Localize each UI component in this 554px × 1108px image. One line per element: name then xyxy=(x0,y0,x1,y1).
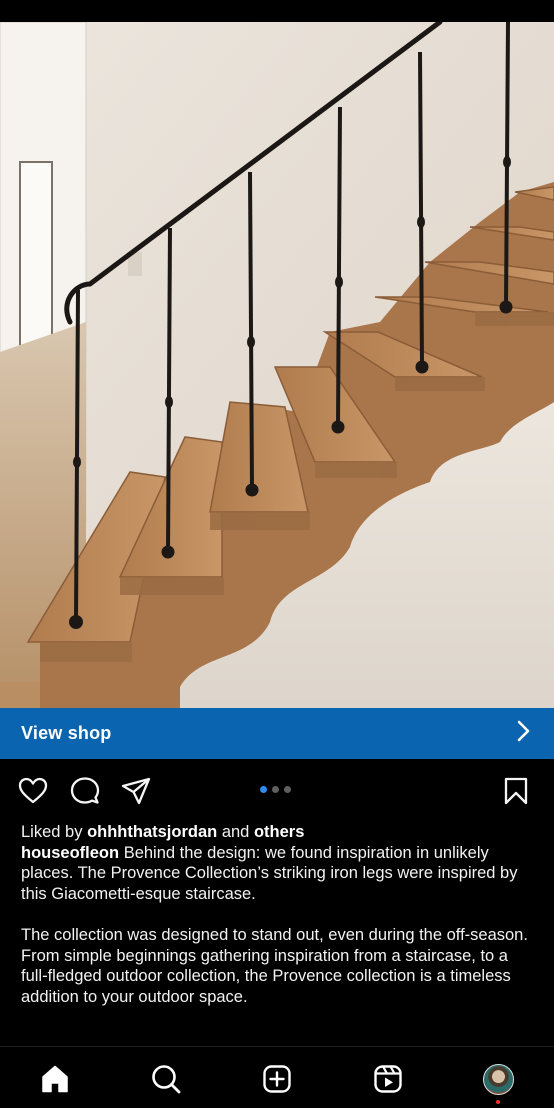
create-icon[interactable] xyxy=(261,1063,293,1095)
post-caption: Liked by ohhhthatsjordan and others hous… xyxy=(21,822,536,1008)
send-icon[interactable] xyxy=(120,775,152,807)
carousel-indicator xyxy=(260,786,291,793)
carousel-dot xyxy=(284,786,291,793)
liked-by-username[interactable]: ohhhthatsjordan xyxy=(87,823,217,841)
view-shop-label: View shop xyxy=(21,723,112,743)
bottom-navigation xyxy=(0,1046,554,1108)
carousel-dot xyxy=(272,786,279,793)
search-icon[interactable] xyxy=(150,1063,182,1095)
caption-username[interactable]: houseofleon xyxy=(21,844,119,862)
view-shop-button[interactable]: View shop xyxy=(0,708,554,759)
status-bar xyxy=(0,0,554,22)
post-actions xyxy=(0,772,554,810)
chevron-right-icon xyxy=(516,719,532,748)
caption-paragraph-1: houseofleon Behind the design: we found … xyxy=(21,843,536,905)
carousel-dot xyxy=(260,786,267,793)
profile-avatar[interactable] xyxy=(483,1064,514,1095)
likes-line: Liked by ohhhthatsjordan and others xyxy=(21,822,536,843)
caption-paragraph-2: The collection was designed to stand out… xyxy=(21,925,528,1006)
heart-icon[interactable] xyxy=(17,775,49,807)
comment-icon[interactable] xyxy=(69,775,101,807)
staircase-photo xyxy=(0,22,554,708)
likes-prefix: Liked by xyxy=(21,823,83,841)
notification-dot xyxy=(496,1100,500,1104)
home-icon[interactable] xyxy=(39,1063,71,1095)
likes-others-link[interactable]: others xyxy=(254,823,304,841)
likes-connector: and xyxy=(221,823,250,841)
bookmark-icon[interactable] xyxy=(500,775,532,807)
reels-icon[interactable] xyxy=(372,1063,404,1095)
post-image[interactable] xyxy=(0,22,554,708)
